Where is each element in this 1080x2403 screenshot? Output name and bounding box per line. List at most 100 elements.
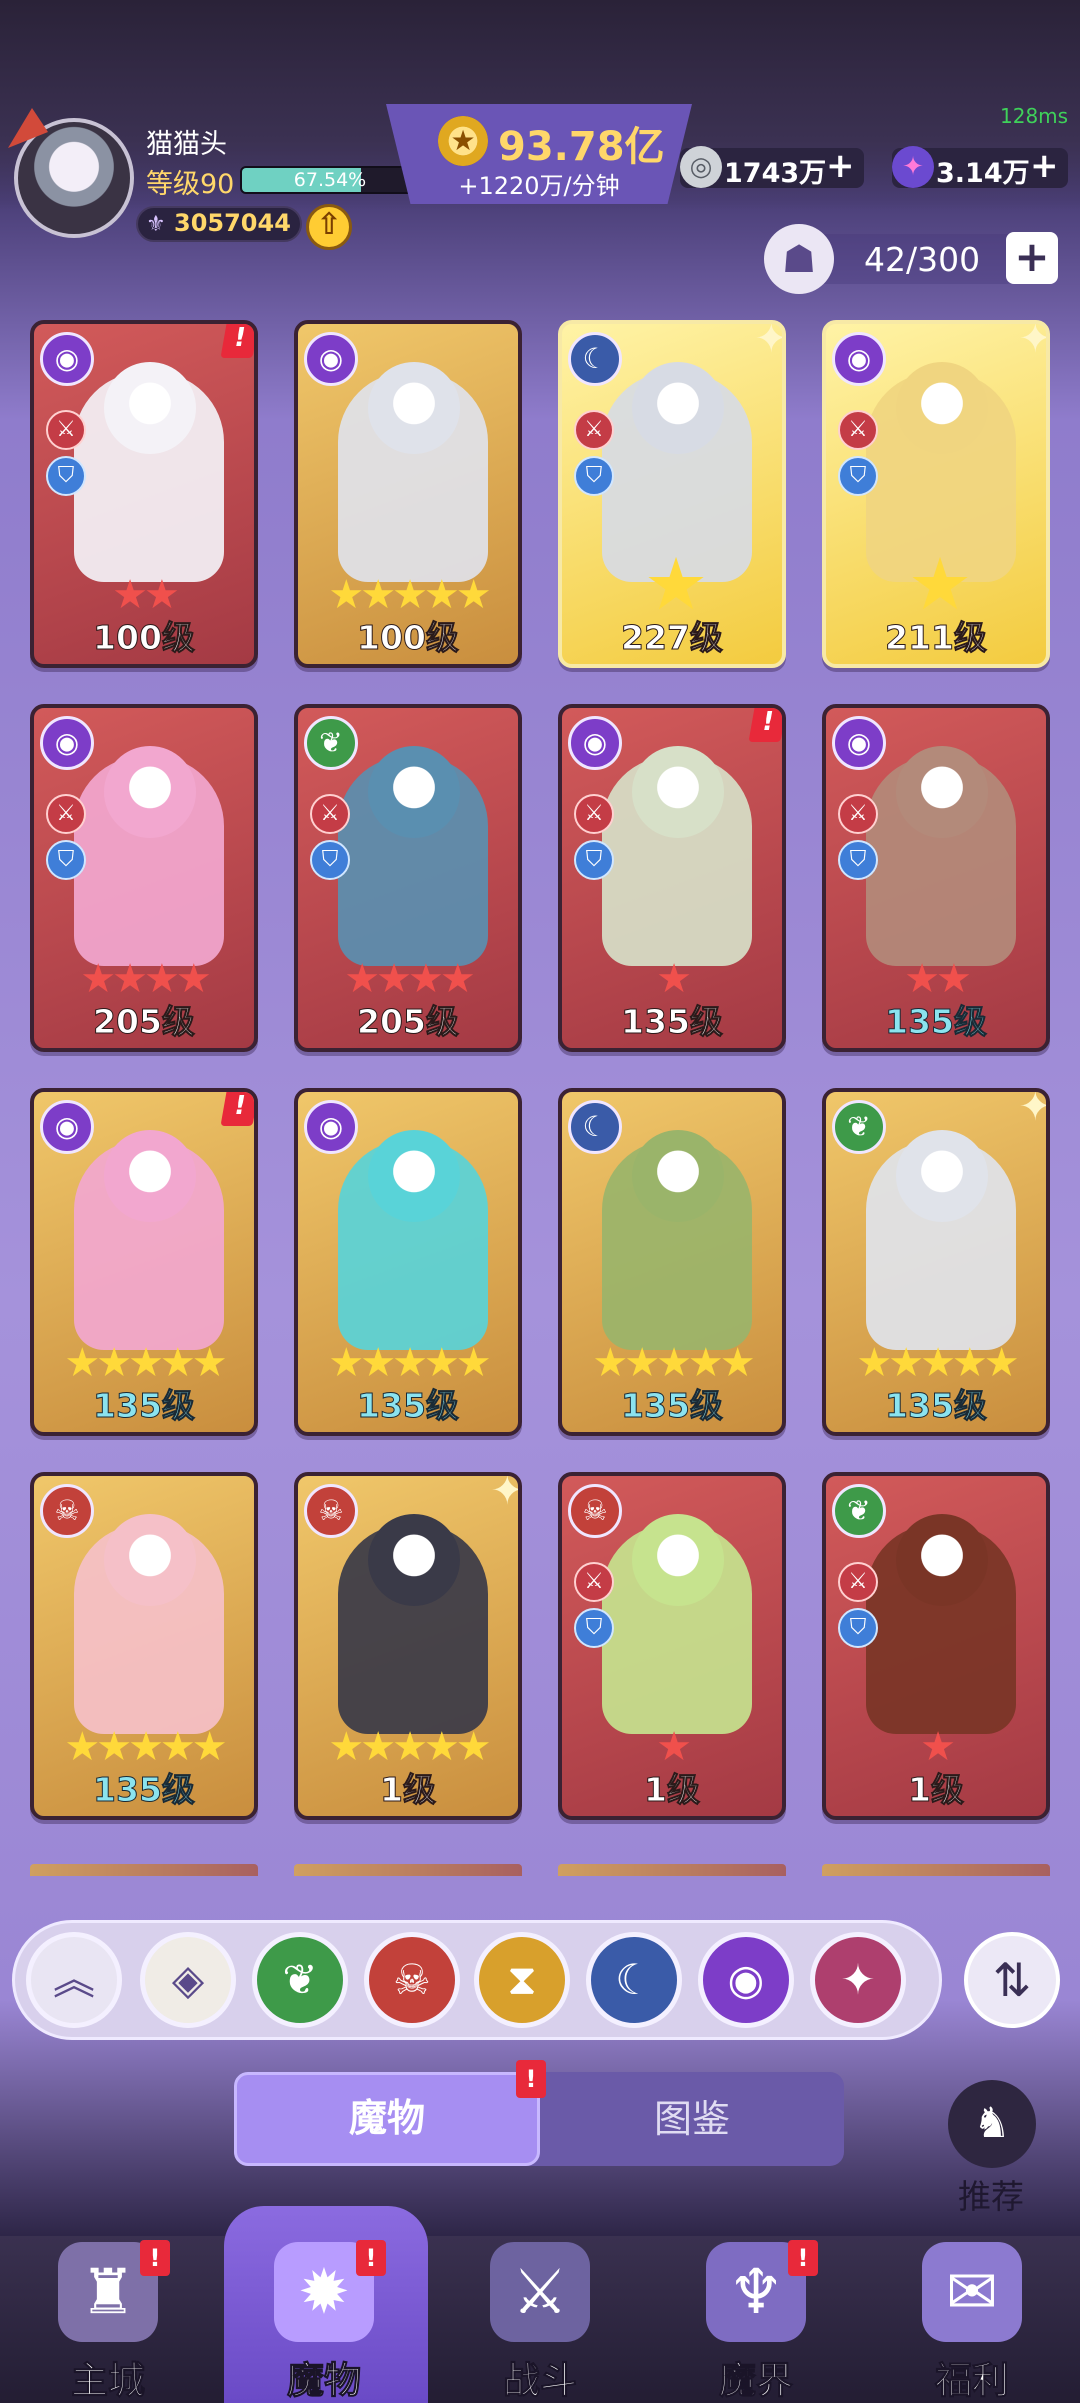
star-rating: ★★★★★ [64,1340,227,1386]
player-name: 猫猫头 [146,129,227,160]
nav-item[interactable]: ♜ 主城! [0,2236,216,2403]
monster-card[interactable]: ☠ ★★★★★ 1级 ✦ [294,1472,522,1820]
monster-level: 205级 [357,1002,460,1042]
monster-level: 135级 [621,1386,724,1426]
monster-card[interactable]: ❦ ★★★★★ 135级 ✦ [822,1088,1050,1436]
vortex-element-icon[interactable]: ✦ [810,1932,906,2028]
monster-level: 135级 [621,1002,724,1042]
silver-currency-value: 1743万 [724,158,827,189]
sparkle-icon: ✦ [1018,1088,1050,1130]
star-rating: ★★★★★ [64,1724,227,1770]
sparkle-icon: ✦ [754,320,786,362]
blue-element-icon: ☾ [568,1100,622,1154]
sort-button[interactable]: ⇅ [964,1932,1060,2028]
monster-card[interactable]: ◉ ⚔ ⛉ ★★★★ 205级 [30,704,258,1052]
tab-atlas[interactable]: 图鉴 [540,2072,844,2166]
nav-alert-badge: ! [788,2240,818,2276]
expand-capacity-button[interactable]: + [1006,232,1058,284]
nav-alert-badge: ! [140,2240,170,2276]
star-rating: ★★★★★ [856,1340,1019,1386]
monster-card[interactable]: ◉ ⚔ ⛉ ★★ 135级 [822,704,1050,1052]
purple-element-icon: ◉ [40,332,94,386]
monster-level: 227级 [621,618,724,658]
nature-element-icon[interactable]: ❦ [252,1932,348,2028]
time-element-icon[interactable]: ⧗ [474,1932,570,2028]
nav-label: 福利 [935,2359,1010,2403]
monster-card[interactable]: ◉ ⚔ ⛉ ★ 135级! [558,704,786,1052]
monster-portrait-head [368,362,460,454]
gold-value: 93.78亿 [498,124,665,170]
monster-card[interactable]: ☠ ★★★★★ 135级 [30,1472,258,1820]
monster-card[interactable]: ◉ ★★★★★ 100级 [294,320,522,668]
purple-element-icon: ◉ [304,1100,358,1154]
tab-monster[interactable]: 魔物 [234,2072,540,2166]
attack-role-icon: ⚔ [574,410,614,450]
nav-item[interactable]: ✹ 魔物! [216,2236,432,2403]
nav-label: 主城 [71,2359,146,2403]
eye-element-icon[interactable]: ◉ [698,1932,794,2028]
attack-role-icon: ⚔ [574,794,614,834]
monster-card[interactable]: ◉ ⚔ ⛉ ★★ 100级! [30,320,258,668]
app-screen: 猫猫头 等级90 67.54% ⚜ 3057044 ⇧ ★ 93.78亿 +12… [0,0,1080,2403]
green-element-icon: ❦ [304,716,358,770]
recommend-button[interactable]: ♞ [948,2080,1036,2168]
defense-role-icon: ⛉ [310,840,350,880]
demon-element-icon[interactable]: ☠ [364,1932,460,2028]
monster-portrait-head [104,362,196,454]
sparkle-icon: ✦ [1018,320,1050,362]
star-rating: ★★★★★ [328,1724,491,1770]
monster-portrait-head [104,746,196,838]
monster-level: 1级 [908,1770,965,1810]
star-rating: ★ [920,1724,956,1770]
monster-card[interactable]: ◉ ⚔ ⛉ ★ 211级 ✦ [822,320,1050,668]
power-up-button[interactable]: ⇧ [306,204,352,250]
nav-item[interactable]: ⚔ 战斗 [432,2236,648,2403]
star-rating: ★★★★ [344,956,475,1002]
nav-label: 魔界 [719,2359,794,2403]
monster-portrait-head [368,746,460,838]
star-rating: ★★★★★ [328,572,491,618]
nav-item[interactable]: ✉ 福利 [864,2236,1080,2403]
all-elements-icon[interactable]: ◈ [140,1932,236,2028]
next-row-card-peek [558,1864,786,1876]
monster-card[interactable]: ☾ ⚔ ⛉ ★ 227级 ✦ [558,320,786,668]
crystal-star-icon: ✦ [892,146,934,188]
red-element-icon: ☠ [568,1484,622,1538]
red-element-icon: ☠ [40,1484,94,1538]
monster-portrait-head [104,1130,196,1222]
monster-card[interactable]: ◉ ★★★★★ 135级 [294,1088,522,1436]
monster-portrait-head [368,1514,460,1606]
purple-element-icon: ◉ [832,332,886,386]
collapse-icon[interactable]: ︽ [26,1932,122,2028]
sparkle-icon: ✦ [490,1472,522,1514]
monster-level: 100级 [93,618,196,658]
monster-capacity-icon: ☗ [764,224,834,294]
next-row-card-peek [822,1864,1050,1876]
card-alert-badge: ! [220,324,254,358]
add-silver-button[interactable]: + [826,146,855,186]
purple-element-icon: ◉ [832,716,886,770]
defense-role-icon: ⛉ [574,1608,614,1648]
gold-coin-icon: ★ [438,116,488,166]
monster-card[interactable]: ❦ ⚔ ⛉ ★ 1级 [822,1472,1050,1820]
monster-level: 135级 [93,1770,196,1810]
attack-role-icon: ⚔ [838,794,878,834]
ping-indicator: 128ms [1000,104,1069,128]
monster-card[interactable]: ❦ ⚔ ⛉ ★★★★ 205级 [294,704,522,1052]
beast-element-icon[interactable]: ☾ [586,1932,682,2028]
player-avatar[interactable] [14,118,134,238]
nav-label: 战斗 [503,2359,578,2403]
player-level: 等级90 [146,169,235,200]
star-rating: ★★ [112,572,180,618]
monster-portrait-head [632,746,724,838]
star-rating: ★★★★ [80,956,211,1002]
monster-card[interactable]: ☠ ⚔ ⛉ ★ 1级 [558,1472,786,1820]
nav-item[interactable]: ♆ 魔界! [648,2236,864,2403]
attack-role-icon: ⚔ [46,794,86,834]
add-crystal-button[interactable]: + [1030,146,1059,186]
next-row-card-peek [30,1864,258,1876]
monster-card[interactable]: ☾ ★★★★★ 135级 [558,1088,786,1436]
monster-card[interactable]: ◉ ★★★★★ 135级! [30,1088,258,1436]
purple-element-icon: ◉ [568,716,622,770]
monster-portrait-head [632,362,724,454]
